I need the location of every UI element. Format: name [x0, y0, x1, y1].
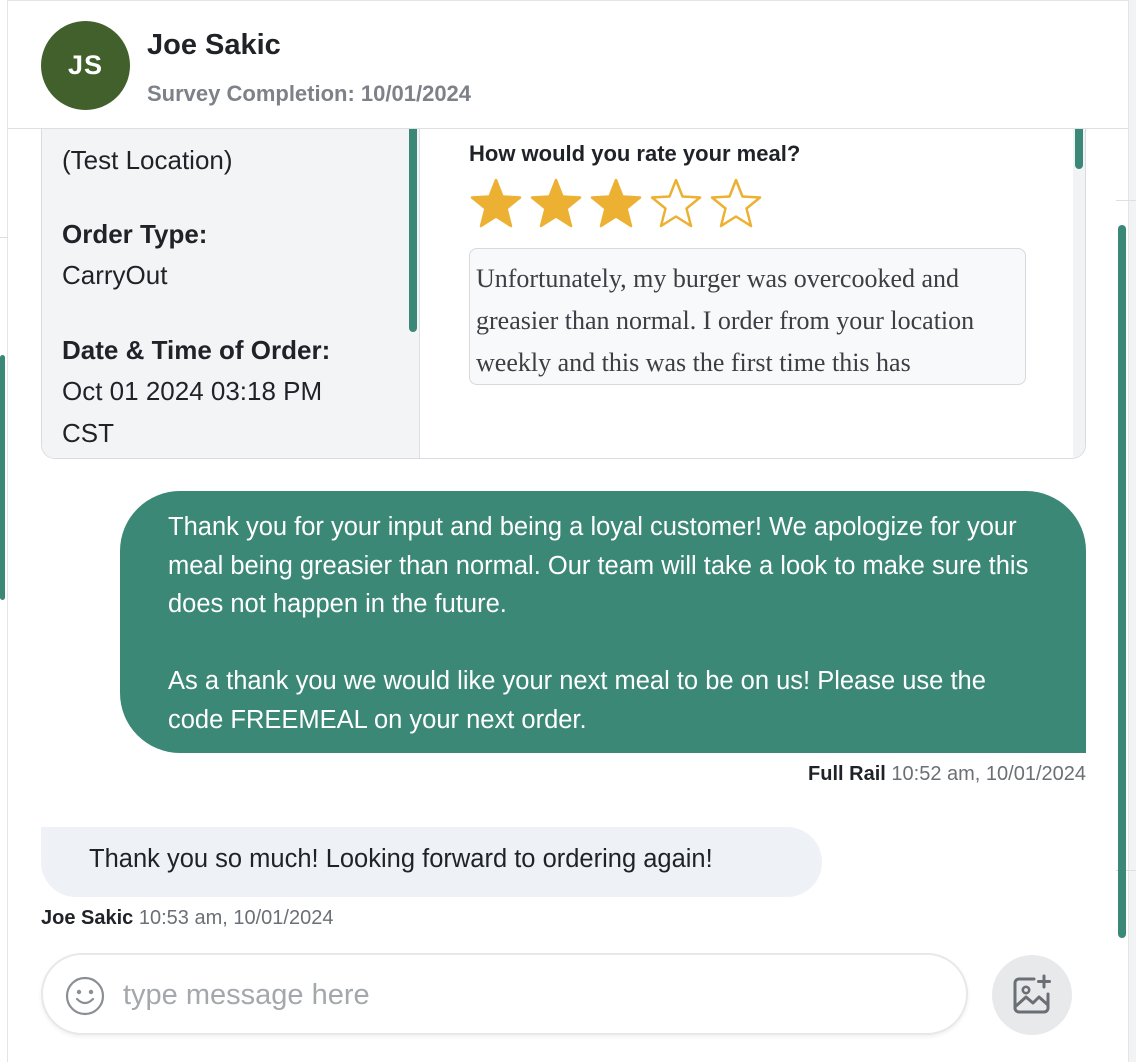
contact-name: Joe Sakic — [147, 29, 281, 61]
message-paragraph: Thank you for your input and being a loy… — [168, 513, 1029, 618]
right-frame-edge — [1128, 0, 1136, 1062]
star-outline-icon — [710, 178, 762, 228]
star-filled-icon — [530, 178, 582, 228]
order-datetime-value: Oct 01 2024 03:18 PM — [62, 376, 323, 406]
survey-feedback-text: Unfortunately, my burger was overcooked … — [469, 248, 1026, 385]
divider — [0, 237, 8, 238]
smiley-face-icon[interactable] — [65, 976, 105, 1016]
order-type-value: CarryOut — [62, 260, 168, 290]
outgoing-message-meta: Full Rail 10:52 am, 10/01/2024 — [808, 763, 1086, 786]
attach-image-button[interactable] — [992, 955, 1072, 1035]
star-filled-icon — [590, 178, 642, 228]
survey-completion-date: Survey Completion: 10/01/2024 — [147, 81, 472, 106]
incoming-message: Thank you so much! Looking forward to or… — [41, 827, 822, 897]
survey-question: How would you rate your meal? — [469, 141, 801, 166]
divider — [1116, 200, 1136, 201]
outgoing-message: Thank you for your input and being a loy… — [120, 491, 1086, 753]
survey-card: (Test Location) Order Type: CarryOut Dat… — [41, 129, 1086, 459]
survey-scroll-track — [1073, 129, 1085, 458]
message-paragraph: As a thank you we would like your next m… — [168, 667, 986, 734]
order-datetime-label: Date & Time of Order: — [62, 335, 331, 365]
incoming-message-meta: Joe Sakic 10:53 am, 10/01/2024 — [41, 907, 333, 930]
add-image-icon — [1013, 974, 1051, 1014]
order-type-label: Order Type: — [62, 219, 208, 249]
left-panel-scrollbar[interactable] — [0, 355, 5, 600]
message-timestamp: 10:53 am, 10/01/2024 — [138, 907, 334, 929]
message-timestamp: 10:52 am, 10/01/2024 — [891, 763, 1086, 785]
chat-scrollbar[interactable] — [1118, 225, 1126, 938]
star-outline-icon — [650, 178, 702, 228]
message-input[interactable] — [123, 971, 943, 1019]
survey-scrollbar[interactable] — [1075, 129, 1083, 169]
order-datetime-timezone: CST — [62, 418, 114, 448]
avatar: JS — [41, 21, 130, 110]
order-details-scrollbar[interactable] — [409, 129, 417, 332]
message-sender: Joe Sakic — [41, 907, 134, 929]
location-text: (Test Location) — [62, 145, 233, 175]
message-text: Thank you so much! Looking forward to or… — [89, 845, 713, 873]
conversation-header: JS Joe Sakic Survey Completion: 10/01/20… — [8, 0, 1128, 129]
message-composer — [41, 953, 968, 1035]
star-rating — [469, 177, 763, 231]
order-details-panel: (Test Location) Order Type: CarryOut Dat… — [42, 129, 420, 458]
message-sender: Full Rail — [808, 763, 886, 785]
star-filled-icon — [470, 178, 522, 228]
